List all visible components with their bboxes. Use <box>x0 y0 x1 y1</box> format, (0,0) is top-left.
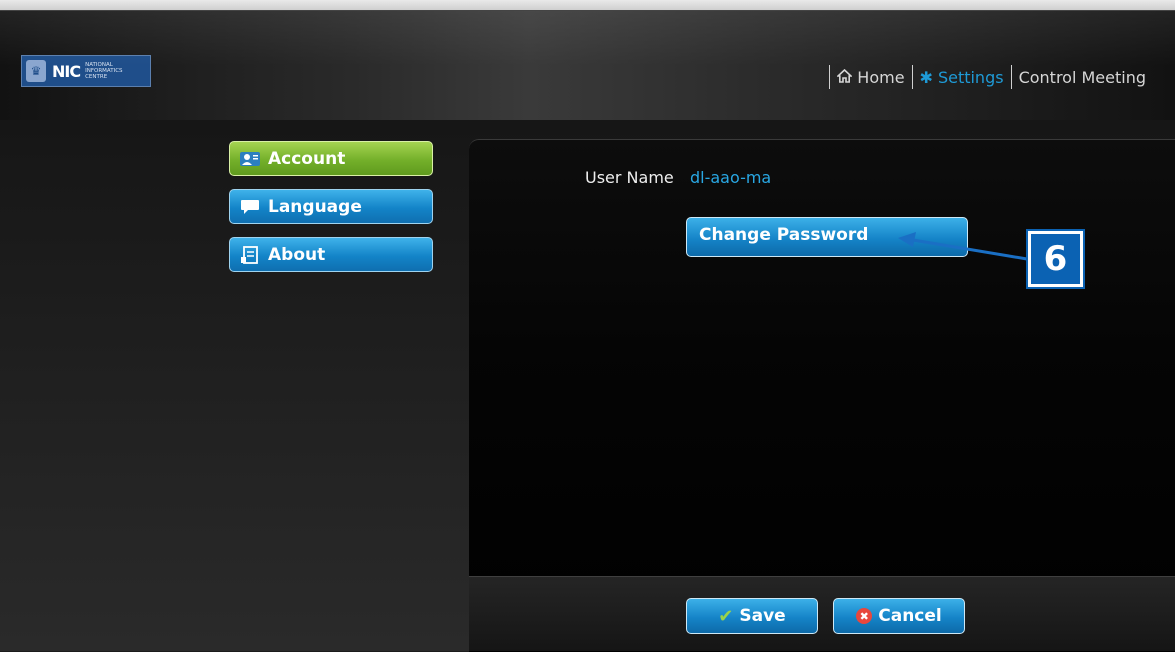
header-bar: ♛ NIC NATIONAL INFORMATICS CENTRE Home ✱… <box>0 10 1175 121</box>
callout-badge: 6 <box>1026 229 1085 289</box>
nav-separator <box>1010 65 1012 89</box>
sidebar-item-about[interactable]: About <box>229 237 433 272</box>
footer-bar <box>469 577 1175 651</box>
nav-settings-label: Settings <box>937 67 1004 87</box>
checkmark-icon: ✔ <box>718 605 734 627</box>
home-icon <box>836 68 854 87</box>
document-icon <box>238 245 262 264</box>
emblem-icon: ♛ <box>26 60 46 82</box>
nic-logo: ♛ NIC NATIONAL INFORMATICS CENTRE <box>21 55 151 87</box>
speech-bubble-icon <box>238 198 262 216</box>
cancel-label: Cancel <box>878 606 942 626</box>
account-icon <box>238 150 262 168</box>
nav-settings[interactable]: ✱ Settings <box>920 68 1004 87</box>
cancel-button[interactable]: ✖ Cancel <box>833 598 965 634</box>
cancel-x-icon: ✖ <box>856 608 873 624</box>
nav-separator <box>829 65 831 89</box>
user-name-value: dl-aao-ma <box>690 168 772 187</box>
sidebar-item-label: About <box>268 244 326 265</box>
sidebar-item-account[interactable]: Account <box>229 141 433 176</box>
change-password-button[interactable]: Change Password <box>686 217 968 257</box>
save-label: Save <box>739 606 786 626</box>
logo-mark: NIC <box>52 61 81 81</box>
nav-home-label: Home <box>857 67 905 87</box>
nav-separator <box>911 65 913 89</box>
top-strip <box>0 0 1175 10</box>
sidebar-item-label: Language <box>268 196 362 217</box>
nav-control-meeting-label: Control Meeting <box>1018 67 1146 87</box>
logo-text: NATIONAL INFORMATICS CENTRE <box>85 62 123 80</box>
gear-icon: ✱ <box>919 67 933 87</box>
save-button[interactable]: ✔ Save <box>686 598 818 634</box>
sidebar-item-language[interactable]: Language <box>229 189 433 224</box>
sidebar-item-label: Account <box>268 148 346 169</box>
nav-home[interactable]: Home <box>836 67 905 87</box>
callout-number: 6 <box>1043 239 1068 279</box>
user-name-label: User Name <box>585 168 674 187</box>
nav-control-meeting[interactable]: Control Meeting <box>1019 68 1146 87</box>
change-password-label: Change Password <box>699 225 869 245</box>
top-nav: Home ✱ Settings Control Meeting <box>822 65 1146 89</box>
